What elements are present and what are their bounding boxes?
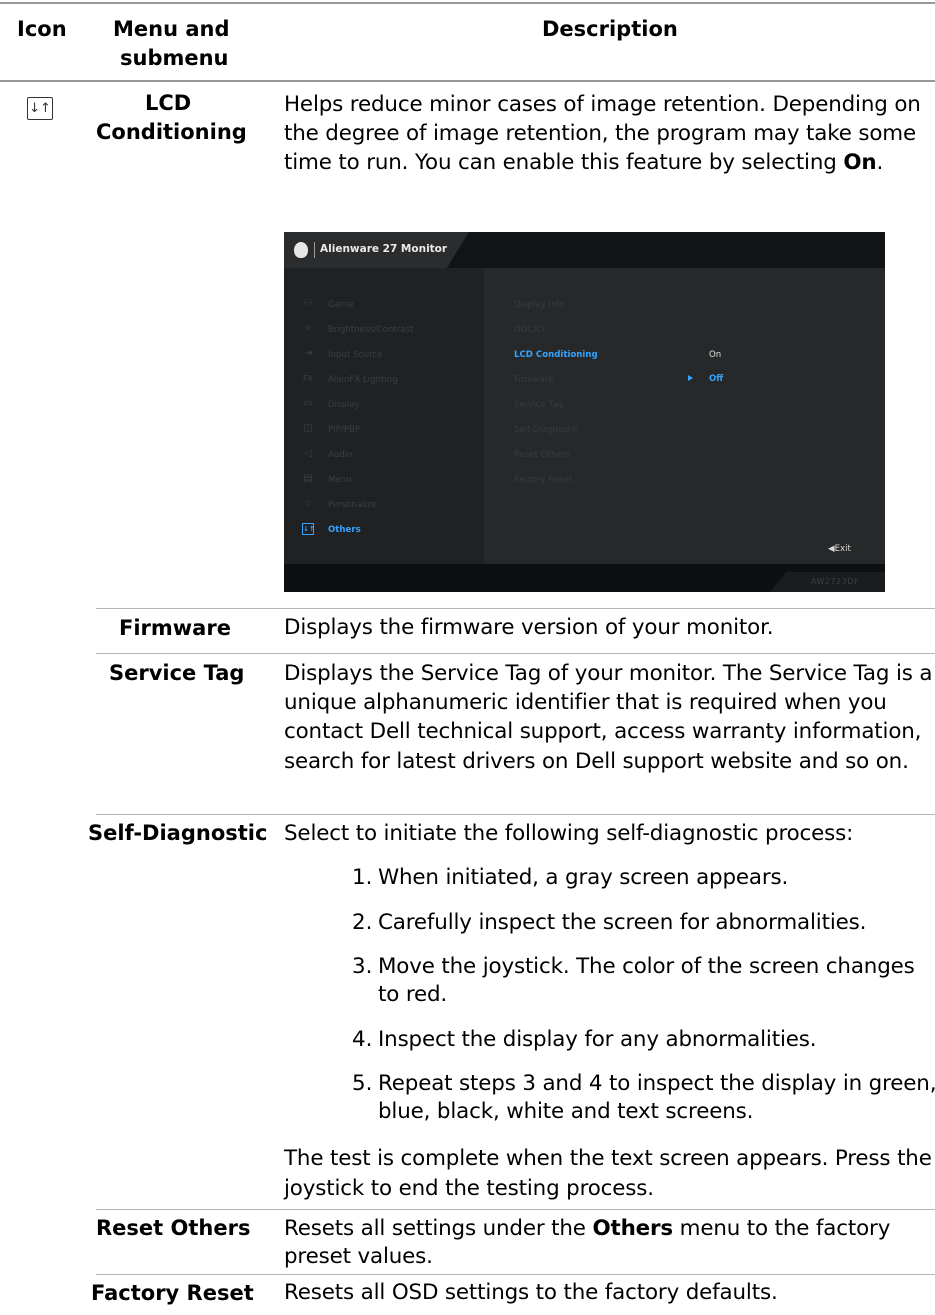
lcd-description: Helps reduce minor cases of image retent…	[284, 92, 921, 175]
step-text: Carefully inspect the screen for abnorma…	[378, 910, 867, 935]
service-tag-description: Displays the Service Tag of your monitor…	[284, 661, 933, 774]
step-text: Repeat steps 3 and 4 to inspect the disp…	[378, 1071, 935, 1124]
step-number: 2.	[352, 910, 373, 935]
alien-logo-icon	[294, 242, 308, 258]
osd-sub-service-tag[interactable]: Service Tag	[514, 400, 563, 410]
header-menu-line1: Menu and	[113, 17, 230, 41]
step-number: 4.	[352, 1027, 373, 1052]
osd-title-separator	[314, 242, 315, 258]
fx-icon: FX	[302, 374, 314, 383]
lcd-name-line2: Conditioning	[96, 120, 247, 144]
osd-sub-display-info[interactable]: Display Info	[514, 300, 565, 310]
self-diagnostic-name: Self-Diagnostic	[88, 821, 268, 845]
service-tag-name: Service Tag	[109, 661, 245, 685]
step-text: Inspect the display for any abnormalitie…	[378, 1027, 817, 1052]
osd-option-off[interactable]: Off	[709, 374, 723, 384]
row-rule-reset-others	[96, 1209, 935, 1210]
osd-sub-lcd-conditioning[interactable]: LCD Conditioning	[514, 350, 598, 360]
osd-sub-factory-reset[interactable]: Factory Reset	[514, 475, 572, 485]
self-diagnostic-intro: Select to initiate the following self-di…	[284, 821, 854, 846]
factory-reset-name: Factory Reset	[91, 1281, 254, 1305]
star-icon: ☆	[303, 498, 313, 509]
osd-sub-reset-others[interactable]: Reset Others	[514, 450, 570, 460]
pip-icon: ◫	[303, 423, 313, 434]
lcd-name-line1: LCD	[145, 91, 192, 115]
osd-sub-firmware[interactable]: Firmware	[514, 375, 553, 385]
reset-others-description: Resets all settings under the Others men…	[284, 1216, 891, 1269]
osd-main-menu-panel	[284, 268, 484, 564]
row-rule-factory-reset	[96, 1274, 935, 1275]
osd-exit[interactable]: ◀Exit	[828, 544, 851, 554]
osd-model: AW2723DF	[810, 577, 859, 586]
step-text: Move the joystick. The color of the scre…	[378, 954, 915, 1007]
header-bottom-rule	[0, 80, 935, 82]
firmware-description: Displays the firmware version of your mo…	[284, 615, 774, 640]
step-number: 3.	[352, 954, 373, 979]
others-icon: ↓↑	[27, 97, 53, 120]
header-icon: Icon	[17, 17, 67, 41]
row-rule-service-tag	[96, 653, 935, 654]
factory-reset-description: Resets all OSD settings to the factory d…	[284, 1280, 778, 1305]
selection-arrow-icon	[688, 375, 693, 381]
osd-submenu-panel	[484, 268, 885, 564]
firmware-name: Firmware	[119, 616, 231, 640]
osd-sub-ddcci[interactable]: DDC/CI	[514, 325, 545, 335]
header-description: Description	[542, 17, 678, 41]
osd-option-on[interactable]: On	[709, 350, 721, 360]
gamepad-icon: ⚇	[303, 298, 313, 309]
osd-sub-self-diagnostic[interactable]: Self-Diagnostic	[514, 425, 578, 435]
self-diagnostic-outro: The test is complete when the text scree…	[284, 1146, 932, 1201]
audio-icon: ◁	[304, 448, 312, 459]
step-number: 1.	[352, 865, 373, 890]
osd-screenshot: Alienware 27 Monitor AW2723DF ⚇ Game ☼ Bri…	[284, 232, 885, 592]
step-text: When initiated, a gray screen appears.	[378, 865, 789, 890]
osd-title: Alienware 27 Monitor	[320, 243, 448, 255]
header-menu-line2: submenu	[120, 46, 229, 70]
reset-others-name: Reset Others	[96, 1216, 251, 1240]
others-icon: ↓↑	[302, 523, 315, 535]
input-source-icon: ⇥	[303, 348, 313, 359]
brightness-icon: ☼	[303, 323, 313, 334]
table-top-rule	[0, 2, 935, 4]
menu-icon: ▤	[303, 473, 313, 484]
row-rule-firmware	[96, 608, 935, 609]
row-rule-self-diagnostic	[96, 814, 935, 815]
display-icon: ▭	[303, 398, 313, 409]
step-number: 5.	[352, 1071, 373, 1096]
